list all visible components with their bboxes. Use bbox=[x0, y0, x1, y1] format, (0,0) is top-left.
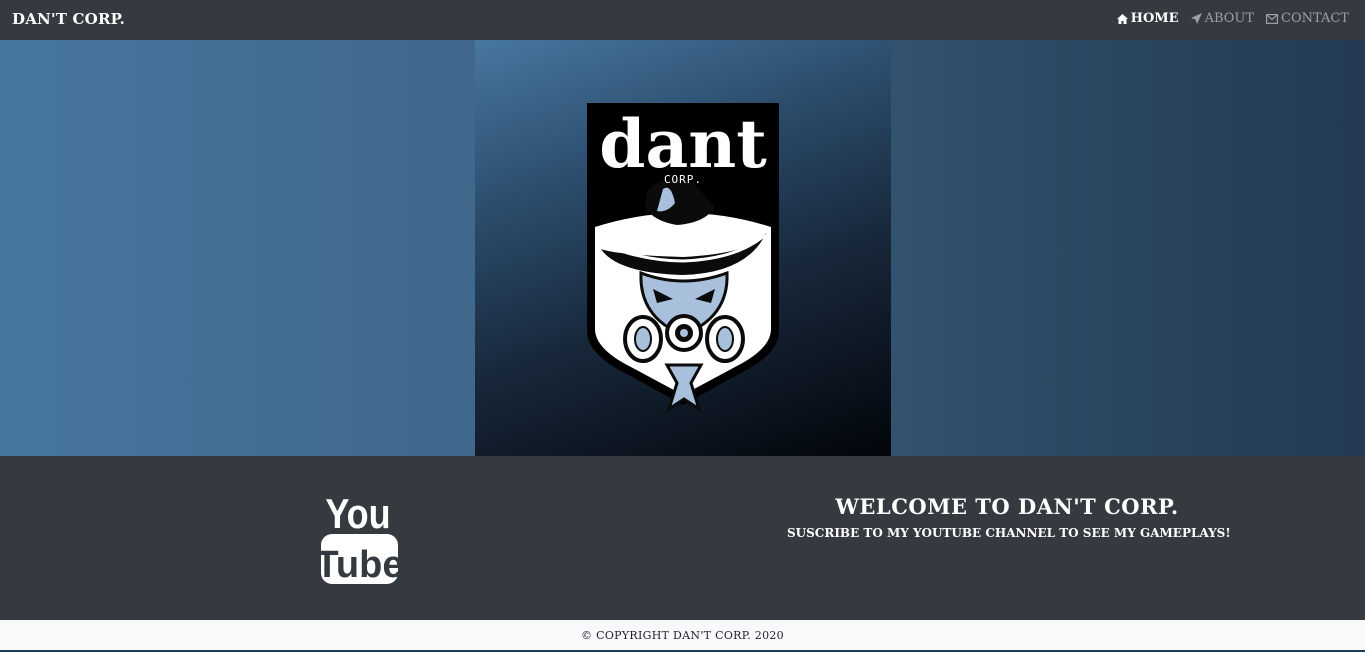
youtube-icon[interactable]: You Tube bbox=[321, 490, 398, 585]
nav-links: HOME ABOUT CONTACT bbox=[1116, 11, 1349, 26]
hero-logo-panel: dant CORP. bbox=[475, 40, 891, 456]
nav-contact-link[interactable]: CONTACT bbox=[1266, 11, 1349, 26]
brand-link[interactable]: DAN'T CORP. bbox=[12, 10, 125, 28]
copyright-text: © COPYRIGHT DAN'T CORP. 2020 bbox=[581, 629, 784, 642]
welcome-subtitle: SUSCRIBE TO MY YOUTUBE CHANNEL TO SEE MY… bbox=[787, 526, 1231, 540]
nav-home-link[interactable]: HOME bbox=[1116, 11, 1179, 26]
navbar: DAN'T CORP. HOME ABOUT CONTACT bbox=[0, 0, 1365, 40]
dant-corp-logo: dant CORP. bbox=[587, 103, 779, 413]
welcome-title: WELCOME TO DAN'T CORP. bbox=[835, 494, 1179, 519]
rocket-icon bbox=[1190, 13, 1202, 24]
logo-wordmark: dant bbox=[599, 105, 767, 183]
nav-contact-label: CONTACT bbox=[1281, 11, 1349, 26]
nav-about-label: ABOUT bbox=[1204, 11, 1255, 26]
nav-home-label: HOME bbox=[1130, 11, 1179, 26]
nav-about-link[interactable]: ABOUT bbox=[1190, 11, 1255, 26]
envelope-icon bbox=[1266, 13, 1279, 24]
logo-submark: CORP. bbox=[664, 173, 702, 186]
youtube-logo-tube: Tube bbox=[321, 544, 398, 585]
youtube-logo-you: You bbox=[325, 492, 390, 538]
welcome-section: You Tube WELCOME TO DAN'T CORP. SUSCRIBE… bbox=[0, 456, 1365, 620]
home-icon bbox=[1116, 13, 1128, 24]
footer: © COPYRIGHT DAN'T CORP. 2020 bbox=[0, 620, 1365, 652]
hero-banner: dant CORP. bbox=[0, 40, 1365, 456]
